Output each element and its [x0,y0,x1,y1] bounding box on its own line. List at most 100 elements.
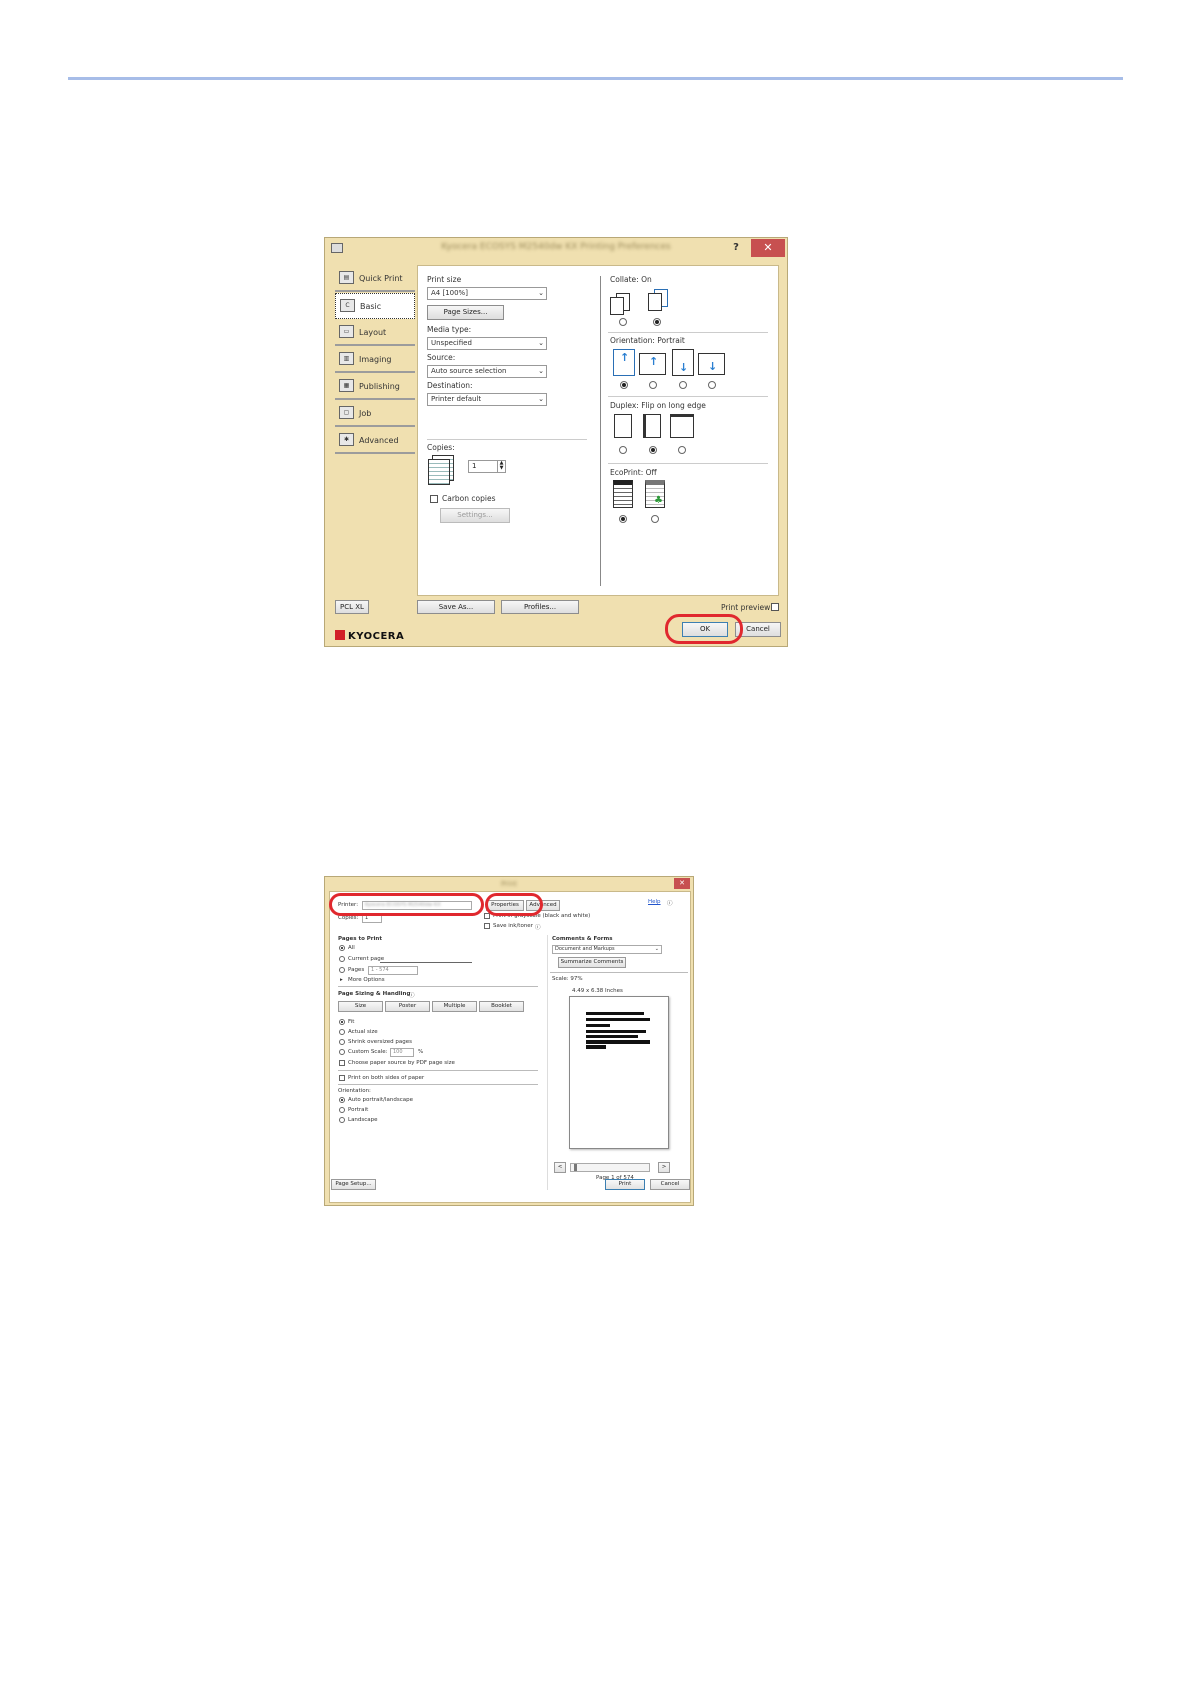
media-type-select[interactable]: Unspecified ⌄ [427,337,547,350]
print-both-sides-checkbox[interactable] [339,1075,345,1081]
sidebar-item-job[interactable]: ▢ Job [335,401,415,427]
tab-multiple[interactable]: Multiple [432,1001,477,1012]
portrait-radio[interactable] [339,1107,345,1113]
actual-size-label: Actual size [348,1029,378,1035]
copies-icon [428,459,450,485]
summarize-comments-button[interactable]: Summarize Comments [558,957,626,968]
page-slider[interactable] [570,1163,650,1172]
ecoprint-on-radio[interactable] [651,515,659,523]
copies-value: 1 [472,462,477,470]
sidebar-item-advanced[interactable]: ✱ Advanced [335,428,415,454]
actual-size-radio[interactable] [339,1029,345,1035]
logo-text: KYOCERA [348,631,405,642]
sidebar-item-label: Imaging [359,355,392,364]
rotated-landscape-icon: ↓ [698,353,725,375]
print-dialog: Print ✕ Printer: Kyocera ECOSYS M2540dw … [324,876,694,1206]
print-preview-checkbox[interactable] [771,603,779,611]
divider [338,1070,538,1071]
page-sizes-button[interactable]: Page Sizes... [427,305,504,320]
info-icon: ⓘ [535,925,541,931]
print-size-select[interactable]: A4 [100%] ⌄ [427,287,547,300]
duplex-short-edge-radio[interactable] [678,446,686,454]
publishing-icon: ▦ [339,379,354,392]
advanced-icon: ✱ [339,433,354,446]
divider [550,972,688,973]
next-page-button[interactable]: > [658,1162,670,1173]
landscape-radio[interactable] [649,381,657,389]
ecoprint-off-radio[interactable] [619,515,627,523]
printer-callout [329,893,484,916]
short-edge-duplex-icon [670,414,694,438]
top-rule [68,77,1123,80]
orientation-label: Orientation: [338,1088,371,1094]
collate-on-radio[interactable] [653,318,661,326]
layout-icon: ▭ [339,325,354,338]
fit-radio[interactable] [339,1019,345,1025]
divider [427,439,587,440]
comments-select[interactable]: Document and Markups ⌄ [552,945,662,954]
pages-radio[interactable] [339,967,345,973]
copies-stepper[interactable]: 1 ▲ ▼ [468,460,506,473]
source-select[interactable]: Auto source selection ⌄ [427,365,547,378]
shrink-label: Shrink oversized pages [348,1039,412,1045]
scale-label: Scale: 97% [552,976,583,982]
sidebar-item-label: Quick Print [359,274,403,283]
pages-to-print-label: Pages to Print [338,936,382,942]
settings-button[interactable]: Settings... [440,508,510,523]
duplex-off-radio[interactable] [619,446,627,454]
current-page-radio[interactable] [339,956,345,962]
profiles-button[interactable]: Profiles... [501,600,579,614]
divider [380,962,472,963]
save-as-button[interactable]: Save As... [417,600,495,614]
help-button[interactable]: ? [727,240,745,256]
save-ink-checkbox[interactable] [484,923,490,929]
close-button[interactable]: ✕ [751,239,785,257]
tab-poster[interactable]: Poster [385,1001,430,1012]
preview-text-line [586,1030,646,1033]
landscape-label: Landscape [348,1117,378,1123]
print-button[interactable]: Print [605,1179,645,1190]
cancel-button[interactable]: Cancel [650,1179,690,1190]
sidebar-item-imaging[interactable]: ▥ Imaging [335,347,415,373]
tab-size[interactable]: Size [338,1001,383,1012]
pages-range-input[interactable]: 1 - 574 [368,966,418,975]
page-sizing-label: Page Sizing & Handling [338,991,411,997]
help-link[interactable]: Help [648,899,661,905]
custom-scale-input[interactable]: 100 [390,1048,414,1057]
choose-paper-source-checkbox[interactable] [339,1060,345,1066]
slider-thumb[interactable] [574,1164,577,1171]
carbon-copies-checkbox[interactable] [430,495,438,503]
sidebar-item-layout[interactable]: ▭ Layout [335,320,415,346]
kyocera-logo: KYOCERA [335,630,404,642]
chevron-down-icon: ⌄ [538,339,544,347]
pcl-xl-button[interactable]: PCL XL [335,600,369,614]
rotated-portrait-icon: ↓ [672,349,694,376]
divider [608,396,768,397]
destination-select[interactable]: Printer default ⌄ [427,393,547,406]
page-setup-button[interactable]: Page Setup... [331,1179,376,1190]
previous-page-button[interactable]: < [554,1162,566,1173]
sidebar-item-basic[interactable]: C Basic [335,293,415,319]
percent-label: % [418,1049,424,1055]
collate-off-radio[interactable] [619,318,627,326]
all-pages-radio[interactable] [339,945,345,951]
duplex-label: Duplex: Flip on long edge [610,401,706,410]
more-options-toggle[interactable]: More Options [348,977,385,983]
auto-orientation-radio[interactable] [339,1097,345,1103]
shrink-radio[interactable] [339,1039,345,1045]
print-preview-page [569,996,669,1149]
rotated-portrait-radio[interactable] [679,381,687,389]
tab-booklet[interactable]: Booklet [479,1001,524,1012]
duplex-long-edge-radio[interactable] [649,446,657,454]
divider [338,1084,538,1085]
spin-arrows-icon[interactable]: ▲ ▼ [497,461,505,472]
sidebar-item-quick-print[interactable]: ▤ Quick Print [335,266,415,292]
ecoprint-off-icon [613,480,633,508]
close-button[interactable]: ✕ [674,878,690,889]
landscape-radio[interactable] [339,1117,345,1123]
custom-scale-radio[interactable] [339,1049,345,1055]
sidebar-item-publishing[interactable]: ▦ Publishing [335,374,415,400]
rotated-landscape-radio[interactable] [708,381,716,389]
portrait-radio[interactable] [620,381,628,389]
expand-arrow-icon[interactable]: ▸ [340,977,343,983]
